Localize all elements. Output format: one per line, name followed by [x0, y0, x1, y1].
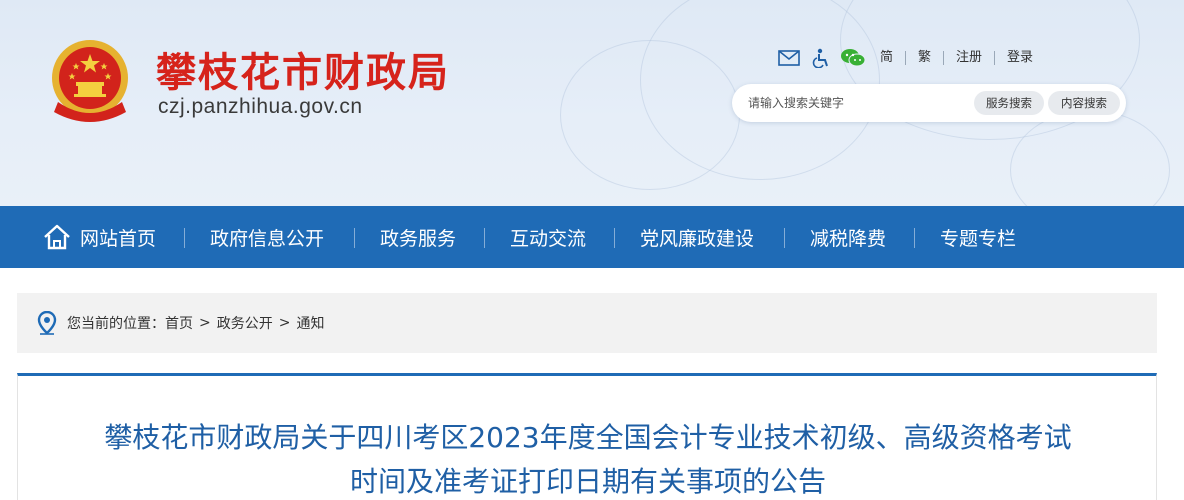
content-search-button[interactable]: 内容搜索: [1048, 91, 1120, 115]
site-url: czj.panzhihua.gov.cn: [158, 95, 363, 118]
nav-item-gov-info[interactable]: 政府信息公开: [210, 206, 324, 268]
breadcrumb-separator: >: [199, 315, 211, 331]
nav-divider: [354, 228, 355, 248]
article-title-line-1: 攀枝花市财政局关于四川考区2023年度全国会计专业技术初级、高级资格考试: [104, 421, 1072, 454]
article-panel: 攀枝花市财政局关于四川考区2023年度全国会计专业技术初级、高级资格考试 时间及…: [17, 373, 1157, 500]
nav-divider: [614, 228, 615, 248]
nav-item-home[interactable]: 网站首页: [42, 206, 156, 268]
breadcrumb-item-gov-affairs[interactable]: 政务公开: [217, 313, 273, 333]
site-header: 攀枝花市财政局 czj.panzhihua.gov.cn 简 繁 注册 登录 服…: [0, 0, 1184, 206]
nav-item-tax-reduction[interactable]: 减税降费: [810, 206, 886, 268]
article-title: 攀枝花市财政局关于四川考区2023年度全国会计专业技术初级、高级资格考试 时间及…: [48, 416, 1128, 500]
nav-divider: [184, 228, 185, 248]
national-emblem-icon[interactable]: [46, 36, 134, 128]
nav-item-party-integrity[interactable]: 党风廉政建设: [640, 206, 754, 268]
accessibility-icon[interactable]: [808, 47, 834, 69]
nav-item-home-label: 网站首页: [80, 227, 157, 250]
simplified-chinese-link[interactable]: 简: [872, 51, 905, 65]
home-icon: [42, 223, 72, 251]
service-search-button[interactable]: 服务搜索: [974, 91, 1044, 115]
breadcrumb-prefix: 您当前的位置：: [67, 316, 165, 332]
nav-divider: [484, 228, 485, 248]
nav-item-gov-services[interactable]: 政务服务: [380, 206, 456, 268]
location-pin-icon: [37, 311, 57, 335]
main-nav: 网站首页 政府信息公开 政务服务 互动交流 党风廉政建设 减税降费 专题专栏: [0, 206, 1184, 268]
login-link[interactable]: 登录: [994, 51, 1045, 65]
register-link[interactable]: 注册: [943, 51, 994, 65]
wechat-icon[interactable]: [840, 47, 866, 69]
nav-item-special-topics[interactable]: 专题专栏: [940, 206, 1016, 268]
nav-item-interaction[interactable]: 互动交流: [510, 206, 586, 268]
nav-divider: [784, 228, 785, 248]
search-input[interactable]: [748, 93, 968, 113]
nav-divider: [914, 228, 915, 248]
breadcrumb: 您当前的位置： 首页 > 政务公开 > 通知: [17, 293, 1157, 353]
breadcrumb-item-home[interactable]: 首页: [165, 313, 193, 333]
header-toolbar: 简 繁 注册 登录: [776, 47, 1045, 69]
search-bar: 服务搜索 内容搜索: [732, 84, 1126, 122]
traditional-chinese-link[interactable]: 繁: [905, 51, 943, 65]
breadcrumb-item-notice[interactable]: 通知: [296, 313, 324, 333]
article-title-line-2: 时间及准考证打印日期有关事项的公告: [349, 465, 826, 498]
mail-icon[interactable]: [776, 47, 802, 69]
breadcrumb-separator: >: [278, 315, 291, 331]
site-title[interactable]: 攀枝花市财政局: [156, 40, 450, 98]
